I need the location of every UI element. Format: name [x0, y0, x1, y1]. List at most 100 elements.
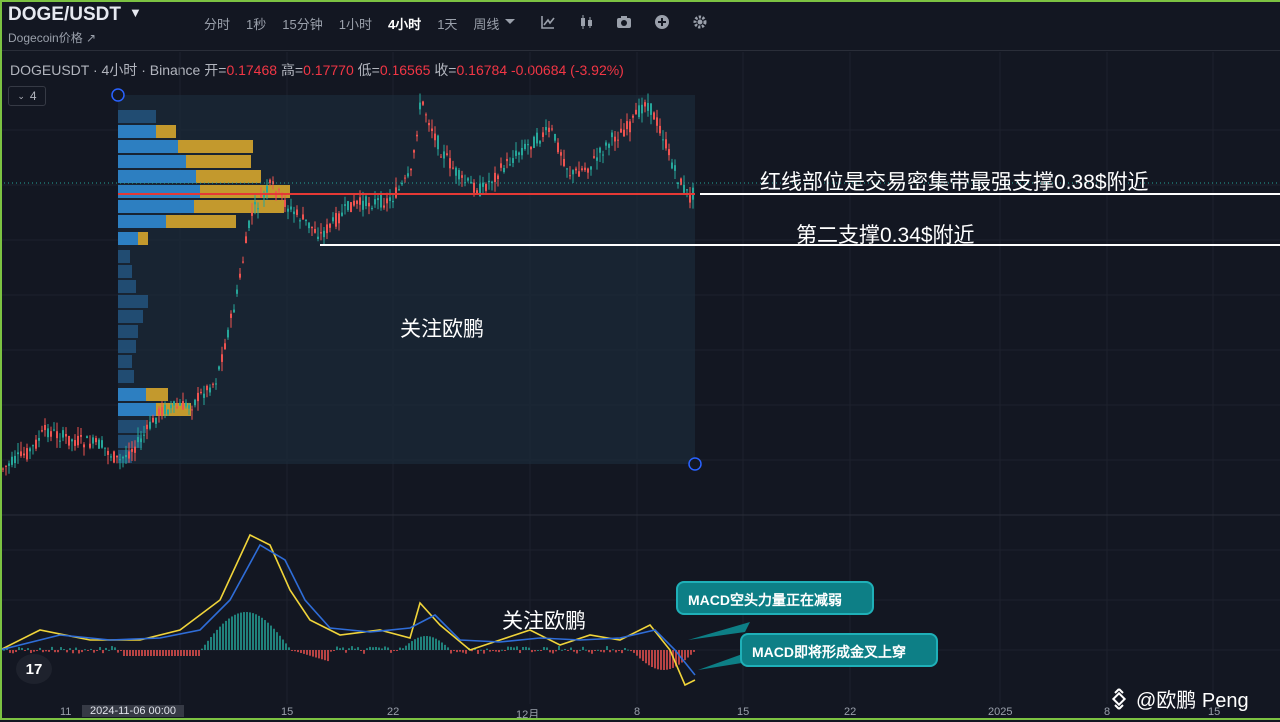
support-annotation-1[interactable]: 红线部位是交易密集带最强支撑0.38$附近 [760, 166, 1149, 196]
candle-body [572, 170, 574, 175]
candle-body [506, 158, 508, 162]
candle-body [218, 366, 220, 370]
macd-histogram-bar [456, 650, 458, 653]
candle-body [329, 223, 331, 228]
macd-histogram-bar [528, 647, 530, 650]
macd-histogram-bar [459, 650, 461, 652]
candle-body [386, 198, 388, 204]
candle-body [284, 199, 286, 207]
macd-histogram-bar [225, 620, 227, 650]
candle-body [134, 446, 136, 453]
macd-histogram-bar [375, 646, 377, 650]
candle-body [461, 175, 463, 178]
candle-body [536, 132, 538, 144]
macd-line [0, 533, 696, 687]
candle-body [224, 343, 226, 350]
candle-body [185, 402, 187, 407]
macd-histogram-bar [639, 650, 641, 659]
candle-body [494, 172, 496, 183]
time-axis[interactable]: 11 2024-11-06 00:00 15 22 12月 8 15 22 20… [0, 704, 1280, 721]
candle-body [629, 121, 631, 133]
volume-profile-bar-buy [118, 403, 156, 416]
macd-histogram-bar [510, 646, 512, 650]
candle-body [614, 136, 616, 142]
candle-body [167, 409, 169, 415]
time-label: 11 [60, 706, 72, 718]
volume-profile-bar-buy [118, 310, 143, 323]
macd-histogram-bar [555, 650, 557, 652]
candle-body [575, 168, 577, 171]
candle-body [617, 139, 619, 141]
candle-body [446, 153, 448, 155]
callout-macd-weakening[interactable]: MACD空头力量正在减弱 [676, 581, 874, 615]
candle-body [248, 220, 250, 229]
macd-histogram-bar [159, 650, 161, 656]
macd-histogram-bar [162, 650, 164, 656]
candle-body [470, 181, 472, 184]
candle-body [155, 417, 157, 424]
macd-histogram-bar [537, 649, 539, 651]
candle-body [392, 200, 394, 203]
macd-histogram-bar [180, 650, 182, 656]
macd-histogram-bar [384, 646, 386, 650]
candle-body [587, 168, 589, 173]
macd-histogram-bar [438, 640, 440, 650]
candle-body [662, 139, 664, 141]
macd-histogram-bar [249, 612, 251, 650]
macd-histogram-bar [534, 650, 536, 652]
macd-histogram-bar [657, 650, 659, 670]
volume-profile-bar-buy [118, 280, 136, 293]
macd-histogram-bar [390, 650, 392, 653]
macd-histogram-bar [429, 636, 431, 650]
tradingview-logo[interactable]: 17 [16, 654, 52, 684]
candle-body [296, 209, 298, 215]
candle-body [554, 133, 556, 141]
macd-histogram-bar [78, 650, 80, 654]
candle-body [89, 443, 91, 448]
support-annotation-2[interactable]: 第二支撑0.34$附近 [796, 219, 975, 249]
range-handle-top[interactable] [111, 88, 125, 102]
macd-histogram-bar [24, 650, 26, 651]
macd-histogram-bar [645, 650, 647, 664]
candle-body [521, 147, 523, 156]
price-chart[interactable] [0, 0, 1280, 704]
candle-body [83, 444, 85, 448]
macd-histogram-bar [144, 650, 146, 656]
volume-profile-bar-buy [118, 295, 148, 308]
candle-body [119, 459, 121, 461]
range-handle-bottom[interactable] [688, 457, 702, 471]
volume-profile-bar-buy [118, 420, 146, 433]
macd-histogram-bar [453, 650, 455, 651]
macd-histogram-bar [231, 616, 233, 650]
candle-body [401, 182, 403, 185]
candle-body [74, 440, 76, 446]
candle-body [563, 158, 565, 166]
macd-histogram-bar [693, 650, 695, 652]
candle-body [176, 406, 178, 409]
callout-macd-golden-cross[interactable]: MACD即将形成金叉上穿 [740, 633, 938, 667]
candle-body [656, 117, 658, 126]
macd-histogram-bar [393, 650, 395, 651]
candle-body [245, 236, 247, 244]
candle-body [203, 393, 205, 398]
candle-body [422, 101, 424, 105]
candle-body [191, 409, 193, 411]
candle-body [485, 184, 487, 191]
candle-body [68, 435, 70, 446]
candle-body [545, 126, 547, 131]
macd-histogram-bar [150, 650, 152, 656]
macd-histogram-bar [561, 649, 563, 651]
candle-body [359, 197, 361, 205]
macd-histogram-bar [99, 647, 101, 650]
macd-histogram-bar [93, 650, 95, 653]
macd-histogram-bar [627, 649, 629, 651]
macd-histogram-bar [171, 650, 173, 656]
candle-body [104, 447, 106, 449]
candle-body [5, 465, 7, 467]
volume-profile-bar-buy [118, 215, 166, 228]
macd-histogram-bar [372, 647, 374, 650]
volume-profile-bar-buy [118, 125, 156, 138]
macd-histogram-bar [504, 650, 506, 651]
candle-body [29, 448, 31, 452]
candle-body [59, 440, 61, 442]
